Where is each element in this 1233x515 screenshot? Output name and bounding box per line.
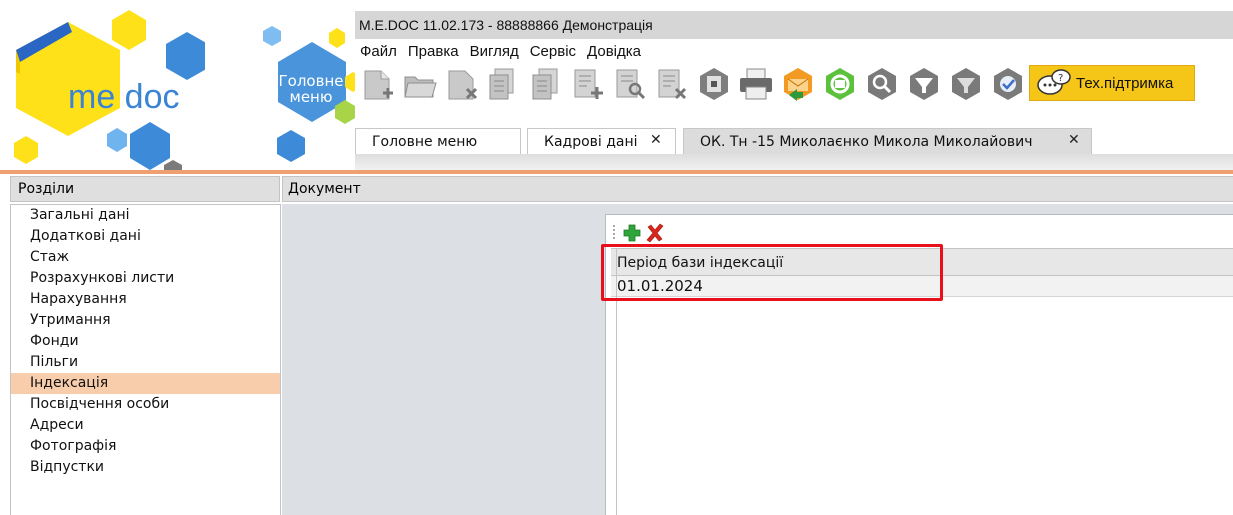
home-menu-line2: меню [289, 88, 333, 106]
new-doc-icon[interactable] [359, 65, 397, 103]
sidebar-item-payslips[interactable]: Розрахункові листи [11, 268, 280, 289]
sidebar-item-photo[interactable]: Фотографія [11, 436, 280, 457]
sections-list: Загальні дані Додаткові дані Стаж Розрах… [10, 204, 281, 515]
sidebar-item-additional[interactable]: Додаткові дані [11, 226, 280, 247]
delete-doc-icon[interactable] [443, 65, 481, 103]
search-doc-icon[interactable] [611, 65, 649, 103]
open-doc-icon[interactable] [401, 65, 439, 103]
grid-toolbar [606, 215, 1233, 247]
close-icon[interactable]: ✕ [1068, 132, 1080, 148]
signature-check-icon[interactable] [989, 65, 1027, 103]
row-indicator-column [616, 297, 617, 515]
sidebar-item-identity-document[interactable]: Посвідчення особи [11, 394, 280, 415]
delete-icon[interactable] [645, 223, 665, 243]
tab-strip-background [355, 154, 1233, 170]
filter-clear-icon[interactable] [947, 65, 985, 103]
sidebar-item-indexation[interactable]: Індексація [11, 373, 280, 394]
chat-help-icon: ? [1037, 69, 1071, 95]
document-panel-header: Документ [282, 176, 1233, 202]
sidebar-item-seniority[interactable]: Стаж [11, 247, 280, 268]
sidebar-item-general[interactable]: Загальні дані [11, 205, 280, 226]
filter-icon[interactable] [905, 65, 943, 103]
archive-icon[interactable] [695, 65, 733, 103]
send-mail-icon[interactable] [779, 65, 817, 103]
add-icon[interactable] [622, 223, 642, 243]
window-title: M.E.DOC 11.02.173 - 88888866 Демонстраці… [359, 17, 653, 33]
tab-personnel-data[interactable]: Кадрові дані ✕ [527, 128, 676, 154]
svg-text:?: ? [1058, 73, 1063, 84]
document-tabs: Головне меню Кадрові дані ✕ ОК. Тн -15 М… [355, 128, 1233, 154]
logo-text: me doc [68, 78, 180, 116]
tab-employee-card[interactable]: ОК. Тн -15 Миколаєнко Микола Миколайович… [683, 128, 1092, 154]
tech-support-button[interactable]: ? Тех.підтримка [1029, 65, 1195, 101]
find-icon[interactable] [863, 65, 901, 103]
app-header: me doc Головне меню M.E.DOC 11.02.173 - … [0, 0, 1233, 172]
tab-main-menu[interactable]: Головне меню [355, 128, 521, 154]
home-menu-label[interactable]: Головне меню [271, 73, 351, 105]
copy-doc-icon[interactable] [527, 65, 565, 103]
add-doc-icon[interactable] [569, 65, 607, 103]
sidebar-item-funds[interactable]: Фонди [11, 331, 280, 352]
close-icon[interactable]: ✕ [650, 132, 662, 148]
home-menu-line1: Головне [278, 72, 344, 90]
annotation-highlight [601, 244, 943, 301]
sidebar-item-benefits[interactable]: Пільги [11, 352, 280, 373]
sidebar-item-addresses[interactable]: Адреси [11, 415, 280, 436]
print-icon[interactable] [737, 65, 775, 103]
menu-bar: Файл Правка Вигляд Сервіс Довідка [355, 40, 647, 62]
tech-support-label: Тех.підтримка [1076, 74, 1174, 92]
sidebar-item-accruals[interactable]: Нарахування [11, 289, 280, 310]
menu-file[interactable]: Файл [355, 40, 403, 62]
copy-doc-icon[interactable] [485, 65, 523, 103]
tab-label: Кадрові дані [544, 134, 638, 150]
menu-edit[interactable]: Правка [403, 40, 465, 62]
medoc-logo: me doc [14, 10, 205, 172]
menu-help[interactable]: Довідка [582, 40, 647, 62]
accent-divider [0, 170, 1233, 174]
sidebar-item-deductions[interactable]: Утримання [11, 310, 280, 331]
sections-panel-header: Розділи [10, 176, 280, 202]
mail-sync-icon[interactable] [821, 65, 859, 103]
tab-label: Головне меню [372, 134, 478, 150]
main-toolbar: ? Тех.підтримка [355, 63, 1233, 103]
menu-service[interactable]: Сервіс [525, 40, 582, 62]
menu-view[interactable]: Вигляд [465, 40, 525, 62]
toolbar-grip[interactable] [613, 225, 615, 239]
tab-label: ОК. Тн -15 Миколаєнко Микола Миколайович [700, 134, 1033, 150]
sidebar-item-vacations[interactable]: Відпустки [11, 457, 280, 478]
title-bar: M.E.DOC 11.02.173 - 88888866 Демонстраці… [355, 11, 1233, 39]
remove-doc-icon[interactable] [653, 65, 691, 103]
